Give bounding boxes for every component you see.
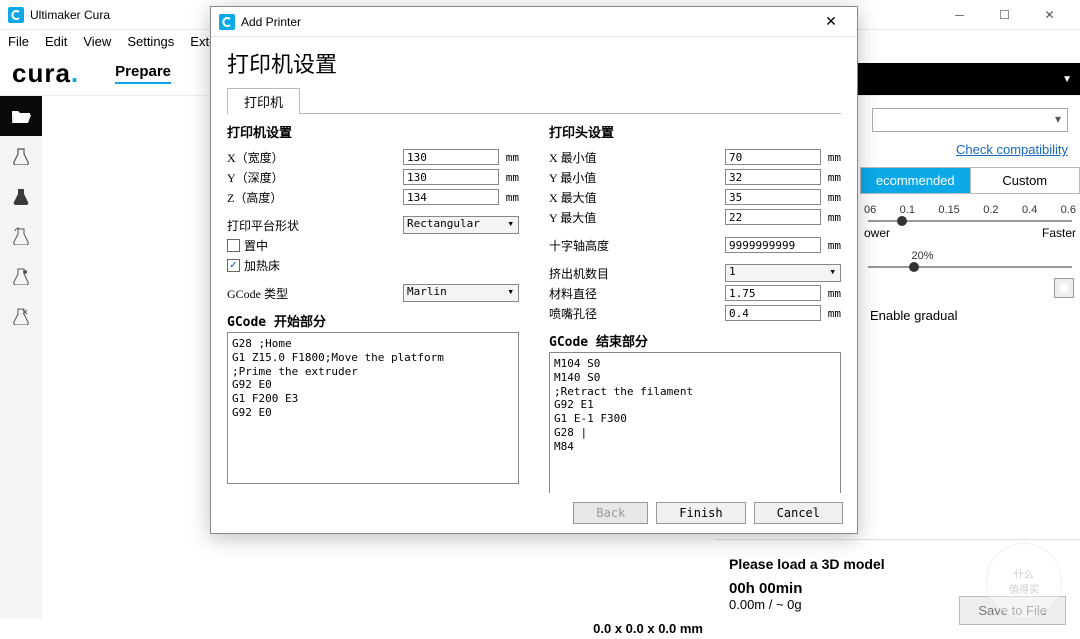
- app-title: Ultimaker Cura: [30, 8, 110, 22]
- gantry-height-input[interactable]: [725, 237, 821, 253]
- right-panel: Check compatibility ecommended Custom 06…: [860, 96, 1080, 539]
- flask-x-icon: [12, 307, 30, 325]
- infill-pattern: [866, 278, 1074, 298]
- heated-bed-checkbox[interactable]: ✓: [227, 259, 240, 272]
- center-origin-checkbox[interactable]: [227, 239, 240, 252]
- profile-segment: ecommended Custom: [860, 167, 1080, 194]
- flask-icon: [12, 147, 30, 165]
- tool-move[interactable]: [0, 136, 42, 176]
- cura-logo: cura.: [12, 58, 79, 89]
- tab-prepare[interactable]: Prepare: [115, 63, 171, 84]
- viewport-dimensions: 0.0 x 0.0 x 0.0 mm: [0, 617, 715, 639]
- tool-mirror[interactable]: [0, 256, 42, 296]
- flask-refresh-icon: [12, 227, 30, 245]
- left-toolbar: [0, 96, 42, 619]
- chevron-down-icon[interactable]: ▼: [1062, 74, 1072, 85]
- end-gcode-textarea[interactable]: M104 S0 M140 S0 ;Retract the filament G9…: [549, 352, 841, 493]
- menu-file[interactable]: File: [8, 34, 29, 49]
- y-depth-input[interactable]: [403, 169, 499, 185]
- gcode-flavor-select[interactable]: Marlin: [403, 284, 519, 302]
- seg-custom[interactable]: Custom: [970, 168, 1080, 193]
- minimize-button[interactable]: ─: [937, 0, 982, 30]
- back-button[interactable]: Back: [573, 502, 648, 524]
- z-height-input[interactable]: [403, 189, 499, 205]
- build-plate-shape-select[interactable]: Rectangular: [403, 216, 519, 234]
- y-min-input[interactable]: [725, 169, 821, 185]
- add-printer-dialog: Add Printer ✕ 打印机设置 打印机 打印机设置 X（宽度）mm Y（…: [210, 6, 858, 534]
- x-max-input[interactable]: [725, 189, 821, 205]
- material-diameter-input[interactable]: [725, 285, 821, 301]
- footer-panel: our prints? ubleshooting Guides Please l…: [715, 539, 1080, 639]
- menu-edit[interactable]: Edit: [45, 34, 67, 49]
- load-model-hint: Please load a 3D model: [729, 556, 1066, 572]
- layer-height-slider[interactable]: 06 0.1 0.15 0.2 0.4 0.6 owerFaster: [864, 204, 1076, 240]
- cura-app-icon: [8, 7, 24, 23]
- infill-slider[interactable]: 20%: [864, 250, 1076, 268]
- tool-support[interactable]: [0, 296, 42, 336]
- nozzle-size-input[interactable]: [725, 305, 821, 321]
- tool-rotate[interactable]: [0, 216, 42, 256]
- printhead-settings-column: 打印头设置 X 最小值mm Y 最小值mm X 最大值mm Y 最大值mm 十字…: [549, 122, 841, 493]
- flask-cog-icon: [12, 267, 30, 285]
- dialog-footer: Back Finish Cancel: [211, 493, 857, 533]
- material-select[interactable]: [872, 108, 1068, 132]
- dialog-header: 打印机设置: [227, 47, 841, 79]
- close-button[interactable]: ✕: [1027, 0, 1072, 30]
- tool-open[interactable]: [0, 96, 42, 136]
- cura-app-icon: [219, 14, 235, 30]
- check-compatibility-link[interactable]: Check compatibility: [872, 142, 1068, 157]
- tool-scale[interactable]: [0, 176, 42, 216]
- enable-gradual-row[interactable]: Enable gradual: [870, 308, 1070, 323]
- cancel-button[interactable]: Cancel: [754, 502, 843, 524]
- dialog-close-button[interactable]: ✕: [813, 13, 849, 30]
- y-max-input[interactable]: [725, 209, 821, 225]
- dialog-title: Add Printer: [241, 15, 301, 29]
- tab-printer[interactable]: 打印机: [227, 88, 300, 114]
- maximize-button[interactable]: ☐: [982, 0, 1027, 30]
- x-width-input[interactable]: [403, 149, 499, 165]
- seg-recommended[interactable]: ecommended: [860, 168, 970, 193]
- save-to-file-button[interactable]: Save to File: [959, 596, 1066, 625]
- print-time: 00h 00min: [729, 580, 1066, 597]
- flask-icon: [12, 187, 30, 205]
- infill-pattern-icon[interactable]: [1054, 278, 1074, 298]
- start-gcode-textarea[interactable]: G28 ;Home G1 Z15.0 F1800;Move the platfo…: [227, 332, 519, 484]
- extruder-count-select[interactable]: 1: [725, 264, 841, 282]
- menu-settings[interactable]: Settings: [127, 34, 174, 49]
- dialog-title-bar: Add Printer ✕: [211, 7, 857, 37]
- menu-view[interactable]: View: [83, 34, 111, 49]
- folder-open-icon: [11, 108, 31, 124]
- finish-button[interactable]: Finish: [656, 502, 745, 524]
- printer-settings-column: 打印机设置 X（宽度）mm Y（深度）mm Z（高度）mm 打印平台形状Rect…: [227, 122, 519, 493]
- x-min-input[interactable]: [725, 149, 821, 165]
